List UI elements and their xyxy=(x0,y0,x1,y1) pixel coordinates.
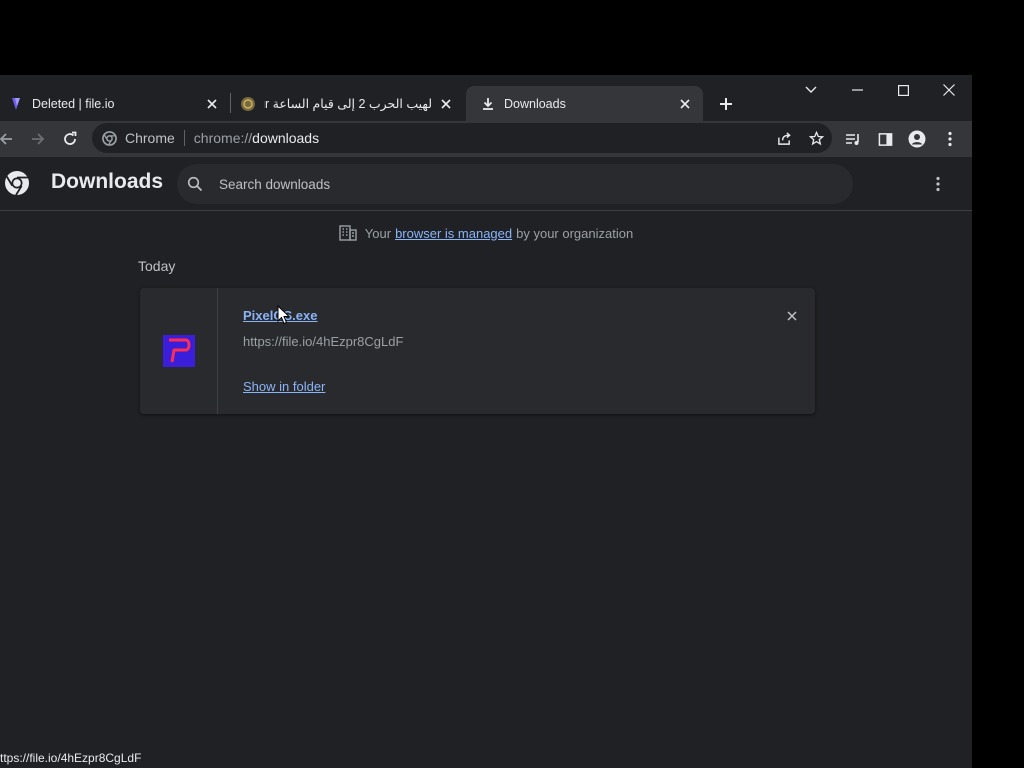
status-bar-url: ttps://file.io/4hEzpr8CgLdF xyxy=(0,748,148,768)
minimize-button[interactable] xyxy=(834,75,880,105)
address-bar[interactable]: Chrome chrome://downloads xyxy=(92,123,832,153)
tab-title: Deleted | file.io xyxy=(32,96,115,111)
date-group-header: Today xyxy=(138,258,176,274)
page-title: Downloads xyxy=(51,170,164,193)
arrow-right-icon xyxy=(32,133,45,145)
more-vertical-icon xyxy=(936,176,940,192)
bookmark-button[interactable] xyxy=(800,123,832,153)
search-input[interactable] xyxy=(217,175,801,193)
chrome-logo-icon xyxy=(4,170,30,196)
site-chip-label: Chrome xyxy=(125,130,175,146)
more-vertical-icon xyxy=(948,131,952,147)
tab-title: Downloads xyxy=(504,96,566,111)
close-tab-icon[interactable] xyxy=(438,96,454,112)
back-button[interactable] xyxy=(0,125,20,153)
tab-arabic[interactable]: لهيب الحرب 2 إلى قيام الساعة our xyxy=(232,86,464,121)
url-scheme: chrome:// xyxy=(193,130,253,146)
remove-download-button[interactable] xyxy=(782,306,802,326)
reload-button[interactable] xyxy=(56,125,84,153)
close-tab-icon[interactable] xyxy=(677,96,693,112)
tab-search-button[interactable] xyxy=(788,75,834,105)
omnibox-actions xyxy=(768,123,832,153)
page-header: Downloads xyxy=(0,157,972,211)
managed-notice: Your browser is managed by your organiza… xyxy=(0,225,972,241)
plus-icon xyxy=(720,98,732,110)
new-tab-button[interactable] xyxy=(712,90,740,118)
browser-menu-button[interactable] xyxy=(936,125,964,153)
search-downloads-box[interactable] xyxy=(177,164,853,204)
profile-button[interactable] xyxy=(903,125,931,153)
managed-suffix: by your organization xyxy=(516,225,634,241)
share-button[interactable] xyxy=(768,123,800,153)
site-chip[interactable]: Chrome xyxy=(102,130,175,146)
url-text: chrome://downloads xyxy=(194,130,319,146)
close-tab-icon[interactable] xyxy=(204,96,220,112)
avatar-icon xyxy=(908,130,926,148)
tab-title: لهيب الحرب 2 إلى قيام الساعة our xyxy=(264,97,432,111)
toolbar: Chrome chrome://downloads xyxy=(0,121,972,157)
media-controls-button[interactable] xyxy=(839,125,867,153)
download-item-card: PixelOS.exe https://file.io/4hEzpr8CgLdF… xyxy=(140,288,815,414)
close-icon xyxy=(943,84,955,96)
fileio-favicon-icon xyxy=(8,96,24,112)
downloads-page: Downloads Your browser is managed by you… xyxy=(0,157,972,768)
forward-button[interactable] xyxy=(24,125,52,153)
divider xyxy=(183,130,185,146)
chrome-icon xyxy=(102,130,117,146)
maximize-icon xyxy=(897,84,909,96)
globe-favicon-icon xyxy=(240,96,256,112)
side-panel-button[interactable] xyxy=(871,125,899,153)
reload-icon xyxy=(64,131,77,145)
browser-window: Deleted | file.io لهيب الحرب 2 إلى قيام … xyxy=(0,75,972,768)
share-icon xyxy=(777,131,791,145)
search-icon xyxy=(187,176,203,192)
close-window-button[interactable] xyxy=(926,75,972,105)
chevron-down-icon xyxy=(805,86,817,93)
tab-strip: Deleted | file.io لهيب الحرب 2 إلى قيام … xyxy=(0,75,972,121)
download-source-url: https://file.io/4hEzpr8CgLdF xyxy=(243,334,404,349)
downloads-menu-button[interactable] xyxy=(926,172,950,196)
url-host: downloads xyxy=(252,130,320,146)
file-icon-column xyxy=(140,288,218,414)
pixelos-file-icon xyxy=(162,335,195,367)
arrow-left-icon xyxy=(0,133,12,145)
mouse-cursor-icon xyxy=(277,305,291,325)
managed-prefix: Your xyxy=(364,225,392,241)
side-panel-icon xyxy=(878,132,892,146)
download-icon xyxy=(480,96,496,112)
tab-separator xyxy=(230,93,231,113)
managed-link[interactable]: browser is managed xyxy=(395,226,512,241)
tab-downloads[interactable]: Downloads xyxy=(466,86,703,121)
media-queue-icon xyxy=(846,134,859,145)
maximize-button[interactable] xyxy=(880,75,926,105)
tab-fileio[interactable]: Deleted | file.io xyxy=(0,86,230,121)
minimize-icon xyxy=(851,89,863,91)
star-icon xyxy=(808,130,824,145)
show-in-folder-link[interactable]: Show in folder xyxy=(243,379,325,394)
close-icon xyxy=(787,311,797,321)
building-icon xyxy=(339,225,357,241)
